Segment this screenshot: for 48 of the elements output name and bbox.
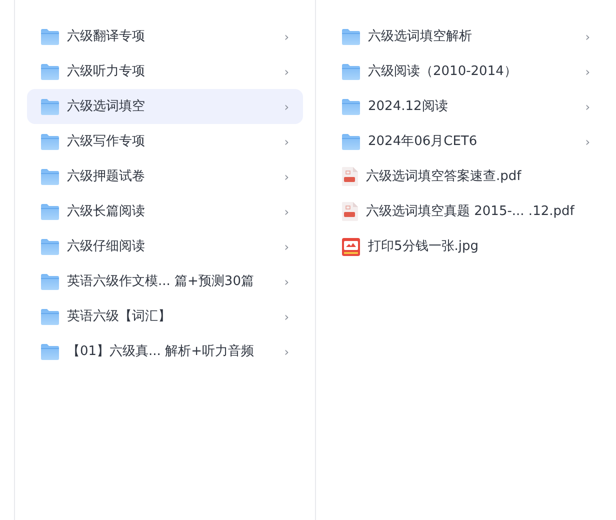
folder-row[interactable]: 六级翻译专项 ›	[27, 19, 303, 54]
chevron-icon: ›	[284, 238, 289, 256]
folder-row[interactable]: 英语六级【词汇】 ›	[27, 299, 303, 334]
folder-icon	[41, 344, 59, 360]
folder-row[interactable]: 六级仔细阅读 ›	[27, 229, 303, 264]
folder-row[interactable]: 六级长篇阅读 ›	[27, 194, 303, 229]
chevron-icon: ›	[284, 308, 289, 326]
chevron-icon: ›	[284, 202, 289, 220]
folder-icon	[41, 98, 59, 114]
chevron-icon: ›	[284, 98, 289, 116]
chevron-icon: ›	[284, 342, 289, 360]
file-row[interactable]: 打印5分钱一张.jpg	[328, 229, 604, 264]
chevron-icon: ›	[284, 272, 289, 290]
chevron-icon: ›	[284, 28, 289, 46]
folder-icon	[41, 238, 59, 254]
folder-icon	[41, 64, 59, 80]
file-row[interactable]: 六级选词填空答案速查.pdf	[328, 159, 604, 194]
folder-icon	[342, 64, 360, 80]
folder-icon	[342, 28, 360, 44]
image-file-icon	[342, 238, 360, 256]
chevron-icon: ›	[585, 28, 590, 46]
folder-icon	[41, 28, 59, 44]
folder-row[interactable]: 【01】六级真... 解析+听力音频 ›	[27, 334, 303, 369]
folder-row[interactable]: 六级听力专项 ›	[27, 54, 303, 89]
folder-row[interactable]: 2024.12阅读 ›	[328, 89, 604, 124]
folder-row[interactable]: 六级选词填空 ›	[27, 89, 303, 124]
folder-icon	[41, 134, 59, 150]
folder-icon	[41, 274, 59, 290]
folder-row[interactable]: 英语六级作文模... 篇+预测30篇 ›	[27, 264, 303, 299]
folder-icon	[342, 98, 360, 114]
folder-row[interactable]: 六级阅读（2010-2014） ›	[328, 54, 604, 89]
folder-icon	[342, 134, 360, 150]
folder-icon	[41, 168, 59, 184]
chevron-icon: ›	[585, 62, 590, 80]
chevron-icon: ›	[585, 98, 590, 116]
folder-icon	[41, 308, 59, 324]
folder-icon	[41, 204, 59, 220]
file-row[interactable]: 六级选词填空真题 2015-... .12.pdf	[328, 194, 604, 229]
folder-row[interactable]: 六级写作专项 ›	[27, 124, 303, 159]
pdf-file-icon	[342, 167, 358, 186]
folder-row[interactable]: 2024年06月CET6 ›	[328, 124, 604, 159]
folder-row[interactable]: 六级选词填空解析 ›	[328, 19, 604, 54]
chevron-icon: ›	[284, 62, 289, 80]
pdf-file-icon	[342, 202, 358, 221]
chevron-icon: ›	[585, 132, 590, 150]
chevron-icon: ›	[284, 132, 289, 150]
folder-row[interactable]: 六级押题试卷 ›	[27, 159, 303, 194]
chevron-icon: ›	[284, 168, 289, 186]
